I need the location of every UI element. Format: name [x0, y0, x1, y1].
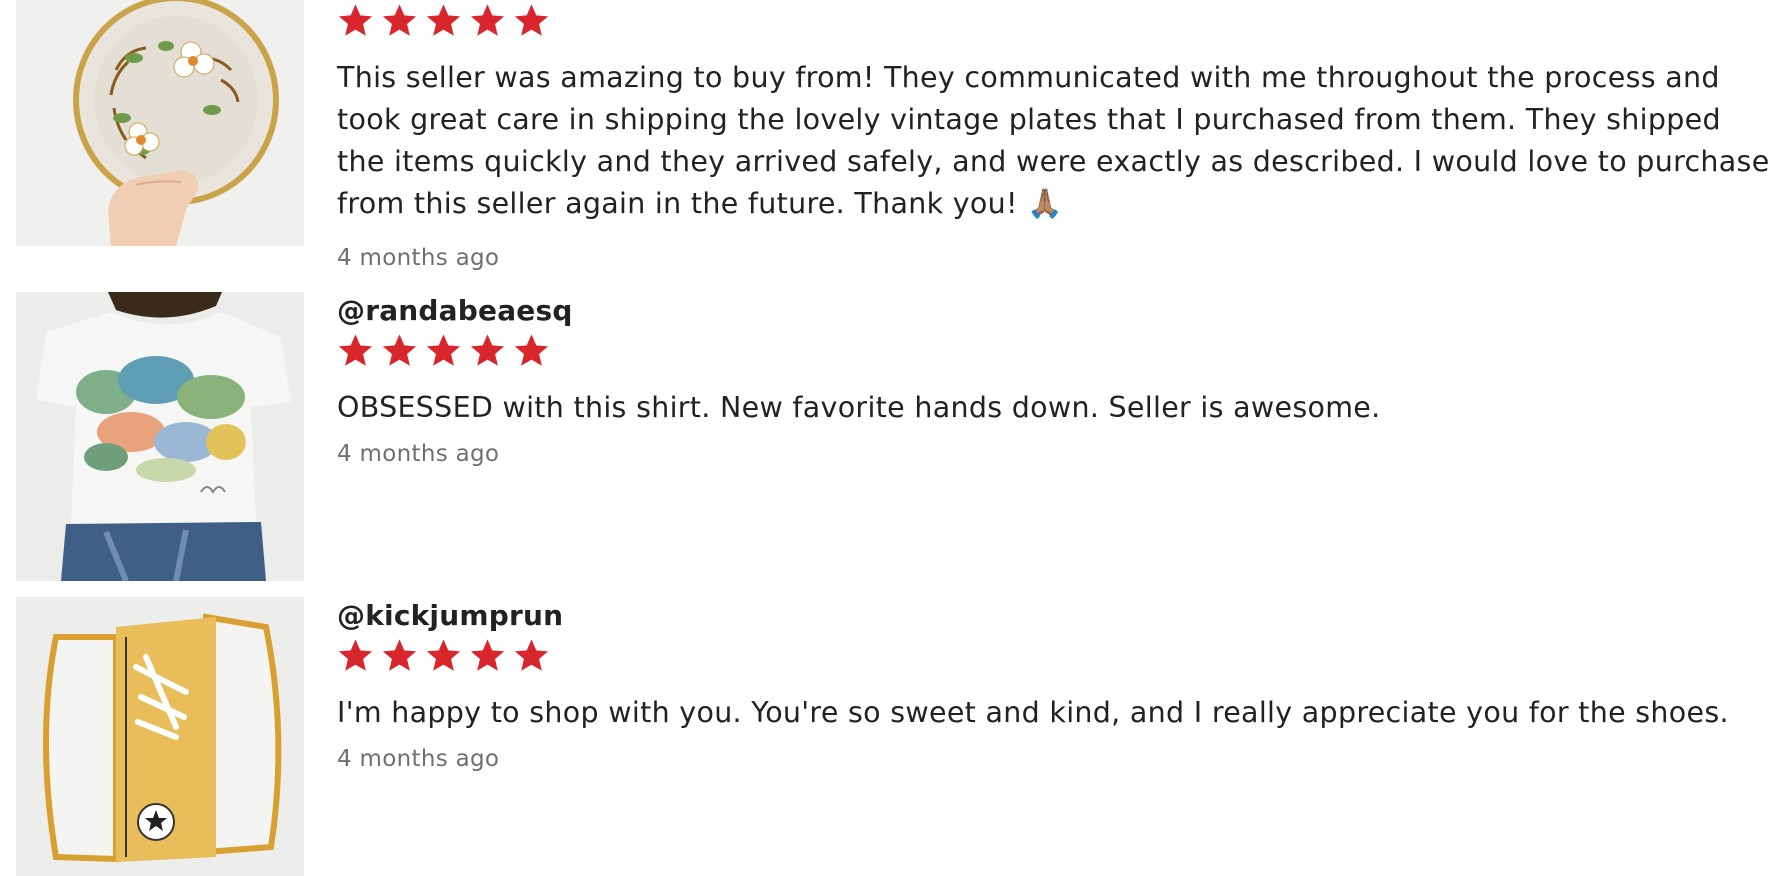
review-item: @randabeaesq OBSESSED with this shirt. N…	[0, 292, 1790, 582]
star-rating	[337, 1, 1777, 39]
review-username[interactable]: @kickjumprun	[337, 599, 1777, 633]
review-timestamp: 4 months ago	[337, 746, 500, 772]
star-icon	[381, 2, 418, 39]
star-icon	[337, 332, 374, 369]
review-thumbnail[interactable]	[16, 0, 304, 246]
star-icon	[425, 2, 462, 39]
review-timestamp: 4 months ago	[337, 245, 500, 271]
plate-photo-icon	[16, 0, 304, 246]
review-thumbnail[interactable]	[16, 292, 304, 581]
review-text: OBSESSED with this shirt. New favorite h…	[337, 391, 1381, 424]
review-content: @kickjumprun I'm happy to shop with you.…	[337, 597, 1777, 774]
review-thumbnail[interactable]	[16, 597, 304, 876]
star-icon	[469, 637, 506, 674]
star-icon	[513, 637, 550, 674]
star-icon	[337, 2, 374, 39]
star-icon	[381, 332, 418, 369]
star-icon	[337, 637, 374, 674]
star-icon	[469, 2, 506, 39]
star-icon	[469, 332, 506, 369]
sneaker-photo-icon	[16, 597, 304, 876]
review-content: This seller was amazing to buy from! The…	[337, 0, 1777, 273]
review-timestamp: 4 months ago	[337, 441, 500, 467]
review-item: @kickjumprun I'm happy to shop with you.…	[0, 597, 1790, 876]
star-icon	[425, 637, 462, 674]
review-username[interactable]: @randabeaesq	[337, 294, 1777, 328]
star-rating	[337, 636, 1777, 674]
review-item: This seller was amazing to buy from! The…	[0, 0, 1790, 280]
star-rating	[337, 331, 1777, 369]
review-text: This seller was amazing to buy from! The…	[337, 61, 1770, 220]
review-text: I'm happy to shop with you. You're so sw…	[337, 696, 1729, 729]
review-content: @randabeaesq OBSESSED with this shirt. N…	[337, 292, 1777, 469]
star-icon	[513, 2, 550, 39]
star-icon	[425, 332, 462, 369]
star-icon	[513, 332, 550, 369]
shirt-photo-icon	[16, 292, 304, 581]
star-icon	[381, 637, 418, 674]
